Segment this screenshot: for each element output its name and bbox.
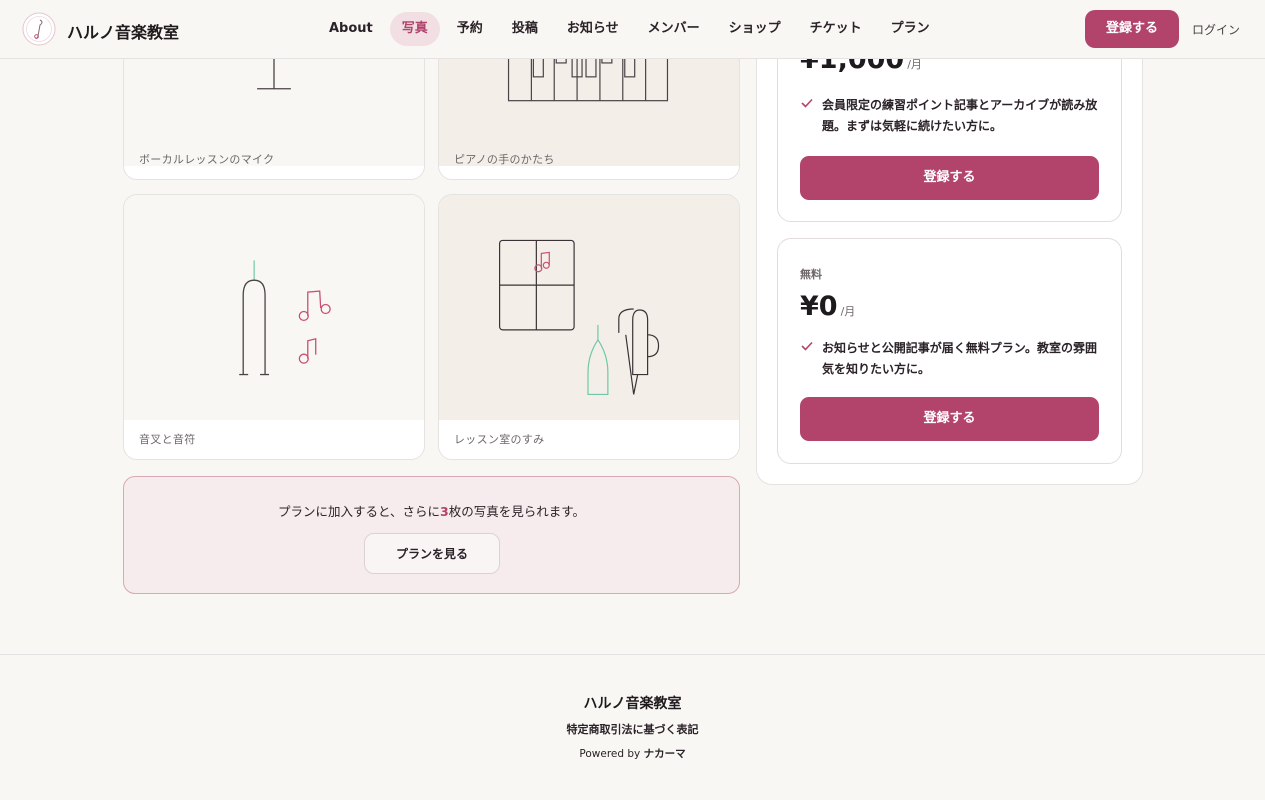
photo-caption: ピアノの手のかたち <box>454 153 555 166</box>
site-footer: ハルノ音楽教室 特定商取引法に基づく表記 Powered by ナカーマ <box>0 654 1265 800</box>
powered-by-link[interactable]: ナカーマ <box>644 748 686 760</box>
nav-plans[interactable]: プラン <box>879 12 942 46</box>
main-nav: About 写真 予約 投稿 お知らせ メンバー ショップ チケット プラン <box>317 12 947 46</box>
nav-members[interactable]: メンバー <box>636 12 712 46</box>
plan-feature: お知らせと公開記事が届く無料プラン。教室の雰囲気を知りたい方に。 <box>800 338 1099 380</box>
login-link[interactable]: ログイン <box>1192 21 1240 38</box>
nav-shop[interactable]: ショップ <box>717 12 793 46</box>
photo-card[interactable]: 音叉と音符 <box>123 194 425 460</box>
legal-notice-link[interactable]: 特定商取引法に基づく表記 <box>0 721 1265 737</box>
plan-card-free: 無料 ¥0/月 お知らせと公開記事が届く無料プラン。教室の雰囲気を知りたい方に。… <box>777 238 1122 464</box>
nav-photos[interactable]: 写真 <box>389 12 440 46</box>
photo-caption: レッスン室のすみ <box>454 433 545 446</box>
more-photos-message: プランに加入すると、さらに3枚の写真を見られます。 <box>278 504 585 519</box>
more-photos-banner: プランに加入すると、さらに3枚の写真を見られます。 プランを見る <box>123 476 740 594</box>
powered-by: Powered by ナカーマ <box>579 748 686 760</box>
site-brand[interactable]: ハルノ音楽教室 <box>67 19 179 43</box>
photo-tuning-fork-image <box>124 195 424 420</box>
photo-caption: ボーカルレッスンのマイク <box>139 153 275 166</box>
nav-tickets[interactable]: チケット <box>798 12 874 46</box>
photo-caption: 音叉と音符 <box>139 433 196 446</box>
logo-icon[interactable] <box>22 12 56 46</box>
plan-signup-button[interactable]: 登録する <box>800 397 1099 441</box>
photo-lesson-room-image <box>439 195 739 420</box>
nav-booking[interactable]: 予約 <box>445 12 495 46</box>
photo-card[interactable]: レッスン室のすみ <box>438 194 740 460</box>
footer-title: ハルノ音楽教室 <box>583 696 682 712</box>
header-signup-button[interactable]: 登録する <box>1085 10 1179 48</box>
plan-name: 無料 <box>800 268 822 281</box>
hidden-photo-count: 3 <box>440 504 449 519</box>
plan-signup-button[interactable]: 登録する <box>800 156 1099 200</box>
nav-about[interactable]: About <box>317 12 385 46</box>
site-header: ハルノ音楽教室 About 写真 予約 投稿 お知らせ メンバー ショップ チケ… <box>0 0 1265 59</box>
nav-news[interactable]: お知らせ <box>555 12 631 46</box>
nav-posts[interactable]: 投稿 <box>500 12 550 46</box>
check-icon <box>801 98 813 108</box>
check-icon <box>801 341 813 351</box>
plan-price: ¥0/月 <box>800 291 856 322</box>
view-plans-button[interactable]: プランを見る <box>364 533 500 574</box>
plan-feature: 会員限定の練習ポイント記事とアーカイブが読み放題。まずは気軽に続けたい方に。 <box>800 95 1099 137</box>
